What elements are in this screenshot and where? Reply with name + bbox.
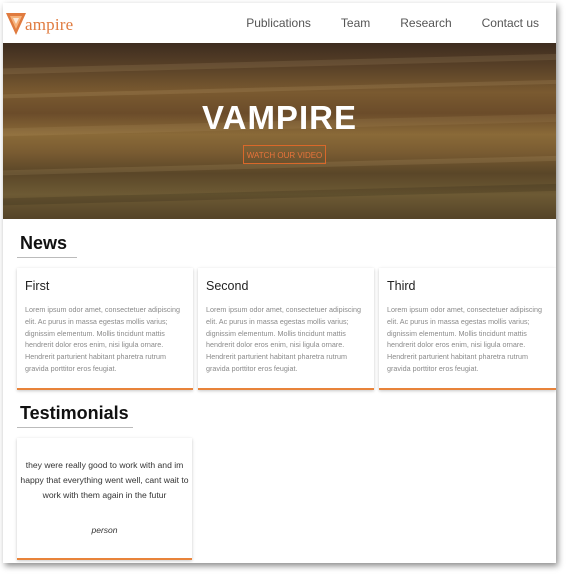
testimonials-heading: Testimonials: [20, 403, 129, 423]
nav-links: Publications Team Research Contact us: [246, 3, 539, 43]
page-frame: ampire Publications Team Research Contac…: [3, 3, 556, 563]
testimonials-underline: [17, 427, 133, 428]
navbar: ampire Publications Team Research Contac…: [3, 3, 556, 43]
testimonial-author: person: [91, 525, 118, 535]
news-card-body: Lorem ipsum odor amet, consectetuer adip…: [387, 305, 543, 373]
vampire-logo-icon: [6, 13, 26, 35]
news-card-third[interactable]: Third Lorem ipsum odor amet, consectetue…: [379, 268, 556, 390]
news-heading: News: [20, 233, 68, 253]
nav-link-publications[interactable]: Publications: [246, 16, 311, 30]
hero-texture: [3, 53, 556, 75]
brand-name: ampire: [25, 15, 74, 34]
hero-texture: [3, 183, 556, 206]
news-card-body: Lorem ipsum odor amet, consectetuer adip…: [25, 305, 181, 373]
hero-title: VAMPIRE: [202, 99, 357, 136]
testimonial-card: they were really good to work with and i…: [17, 438, 192, 560]
testimonial-quote: they were really good to work with and i…: [20, 460, 189, 500]
nav-link-contact[interactable]: Contact us: [482, 16, 539, 30]
hero-banner: VAMPIRE WATCH OUR VIDEO: [3, 43, 556, 219]
watch-video-button[interactable]: WATCH OUR VIDEO: [243, 145, 326, 164]
hero-texture: [3, 79, 556, 99]
nav-link-team[interactable]: Team: [341, 16, 370, 30]
news-card-first[interactable]: First Lorem ipsum odor amet, consectetue…: [17, 268, 193, 390]
brand-logo[interactable]: ampire: [5, 9, 73, 37]
news-card-title: First: [25, 279, 50, 293]
news-card-title: Third: [387, 279, 416, 293]
news-card-body: Lorem ipsum odor amet, consectetuer adip…: [206, 305, 362, 373]
news-card-title: Second: [206, 279, 249, 293]
news-card-second[interactable]: Second Lorem ipsum odor amet, consectetu…: [198, 268, 374, 390]
nav-link-research[interactable]: Research: [400, 16, 451, 30]
news-underline: [17, 257, 77, 258]
